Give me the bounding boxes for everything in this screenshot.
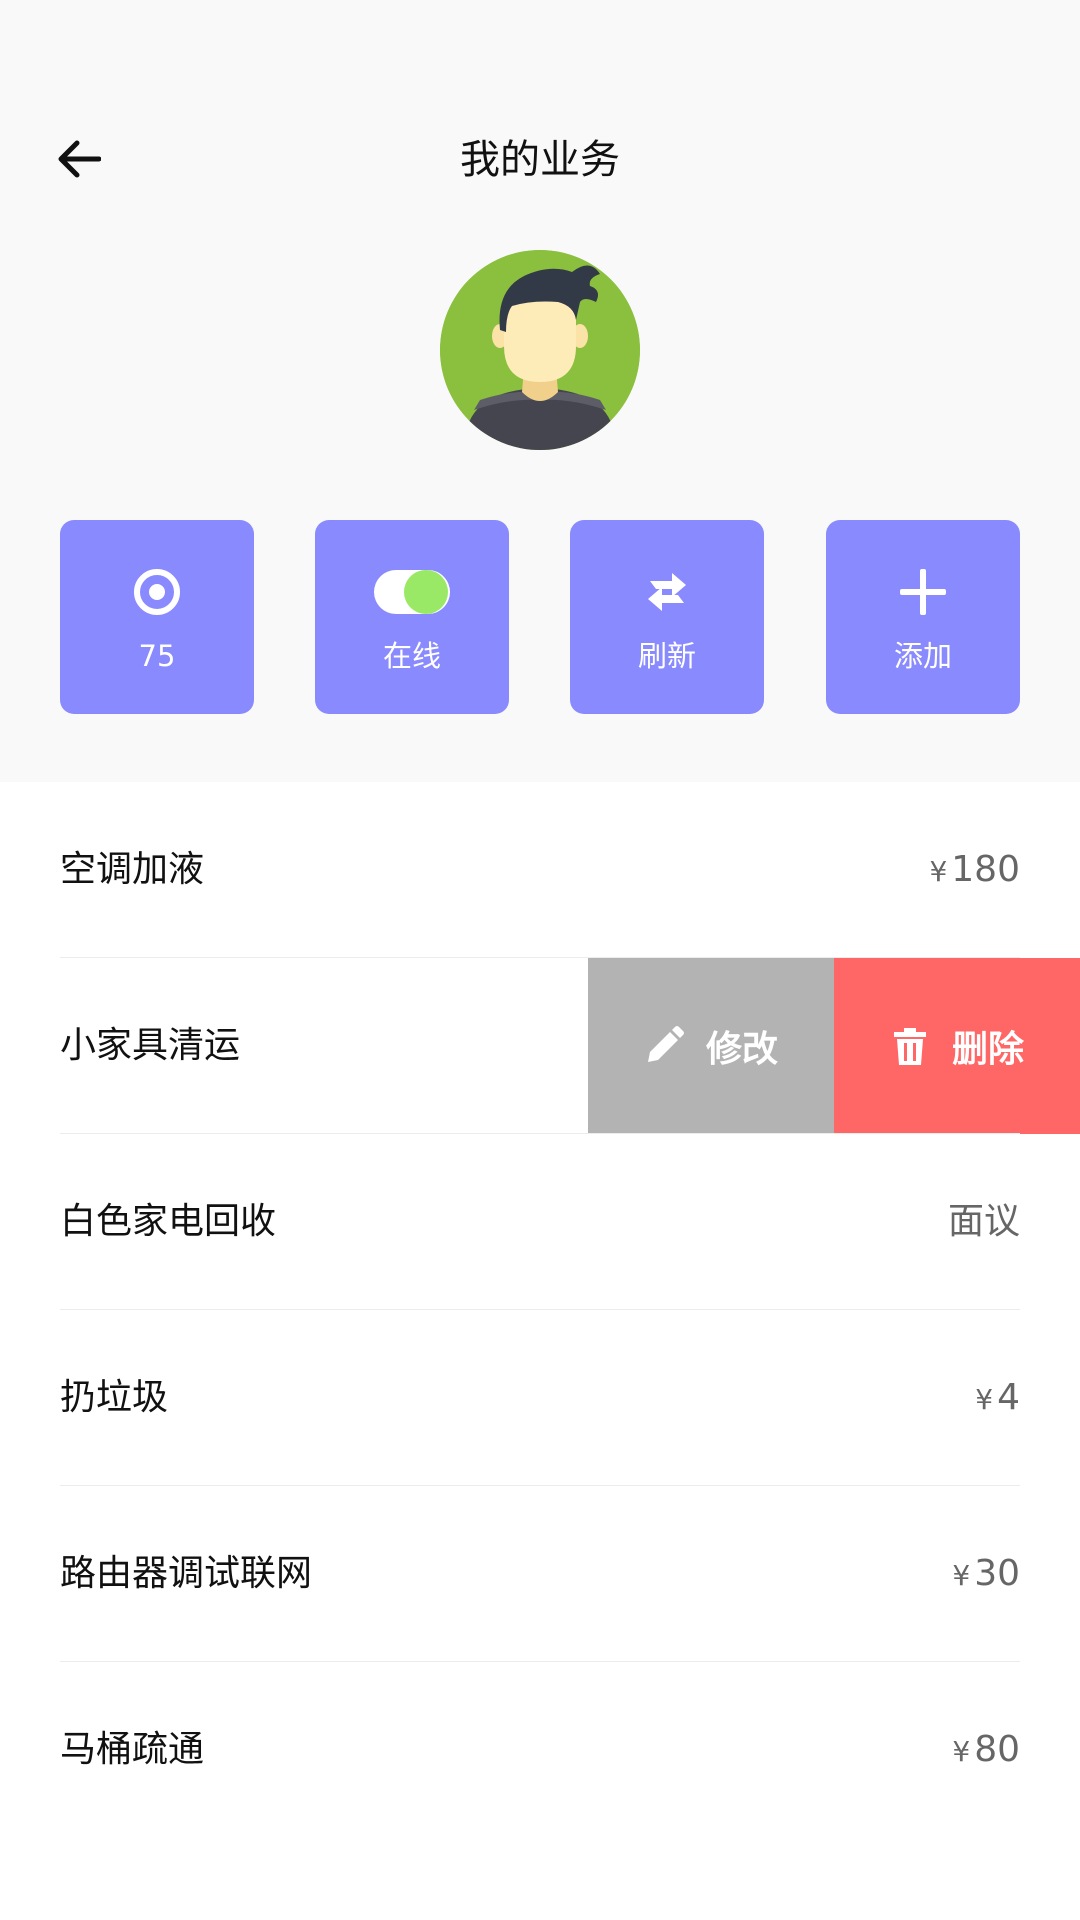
page-title: 我的业务 bbox=[460, 137, 620, 183]
service-name: 扔垃圾 bbox=[60, 1377, 169, 1418]
service-row-swiped[interactable]: 小家具清运 修改 删除 bbox=[0, 958, 1080, 1134]
refresh-tile[interactable]: 刷新 bbox=[570, 520, 764, 714]
online-label: 在线 bbox=[382, 639, 441, 673]
service-price: 面议 bbox=[944, 1134, 1020, 1310]
service-name: 马桶疏通 bbox=[60, 1729, 205, 1770]
user-avatar-icon bbox=[440, 250, 640, 450]
service-name: 小家具清运 bbox=[60, 1025, 241, 1066]
price-value: 4 bbox=[997, 1377, 1020, 1418]
refresh-icon bbox=[648, 573, 686, 611]
add-label: 添加 bbox=[893, 639, 952, 673]
currency-symbol: ¥ bbox=[929, 855, 948, 888]
service-row[interactable]: 路由器调试联网 ¥30 bbox=[0, 1486, 1080, 1662]
service-row[interactable]: 马桶疏通 ¥80 bbox=[0, 1662, 1080, 1838]
service-row[interactable]: 白色家电回收 面议 bbox=[0, 1134, 1080, 1310]
currency-symbol: ¥ bbox=[952, 1735, 971, 1768]
target-icon bbox=[134, 569, 180, 615]
plus-icon bbox=[900, 569, 946, 615]
service-name: 白色家电回收 bbox=[60, 1201, 277, 1242]
service-price: ¥80 bbox=[952, 1662, 1020, 1838]
online-toggle-tile[interactable]: 在线 bbox=[315, 520, 509, 714]
price-value: 80 bbox=[974, 1729, 1020, 1770]
service-price: ¥4 bbox=[975, 1310, 1020, 1486]
price-value: 面议 bbox=[947, 1201, 1020, 1242]
price-value: 30 bbox=[974, 1553, 1020, 1594]
toggle-switch-icon[interactable] bbox=[373, 568, 451, 616]
delete-button[interactable]: 删除 bbox=[834, 958, 1080, 1134]
pencil-icon bbox=[647, 1026, 684, 1062]
trash-icon bbox=[893, 1028, 926, 1065]
price-value: 180 bbox=[951, 849, 1020, 890]
service-price: ¥30 bbox=[952, 1486, 1020, 1662]
currency-symbol: ¥ bbox=[975, 1383, 994, 1416]
service-price: ¥180 bbox=[929, 782, 1020, 958]
currency-symbol: ¥ bbox=[952, 1559, 971, 1592]
service-name: 空调加液 bbox=[60, 849, 205, 890]
service-name: 路由器调试联网 bbox=[60, 1553, 313, 1594]
service-list: 空调加液 ¥180 小家具清运 修改 删除 白色家电回收 面议 扔垃圾 ¥ 4 … bbox=[0, 782, 1080, 1838]
edit-label: 修改 bbox=[705, 1029, 778, 1070]
count-label: 75 bbox=[138, 639, 176, 673]
header: 我的业务 75 在线 刷新 添加 bbox=[0, 0, 1080, 782]
refresh-label: 刷新 bbox=[637, 639, 696, 673]
action-tiles: 75 在线 刷新 添加 bbox=[60, 520, 1020, 714]
delete-label: 删除 bbox=[951, 1029, 1024, 1070]
edit-button[interactable]: 修改 bbox=[588, 958, 834, 1134]
service-row[interactable]: 空调加液 ¥180 bbox=[0, 782, 1080, 958]
count-tile[interactable]: 75 bbox=[60, 520, 254, 714]
avatar[interactable] bbox=[440, 250, 640, 450]
service-row[interactable]: 扔垃圾 ¥4 bbox=[0, 1310, 1080, 1486]
add-tile[interactable]: 添加 bbox=[826, 520, 1020, 714]
